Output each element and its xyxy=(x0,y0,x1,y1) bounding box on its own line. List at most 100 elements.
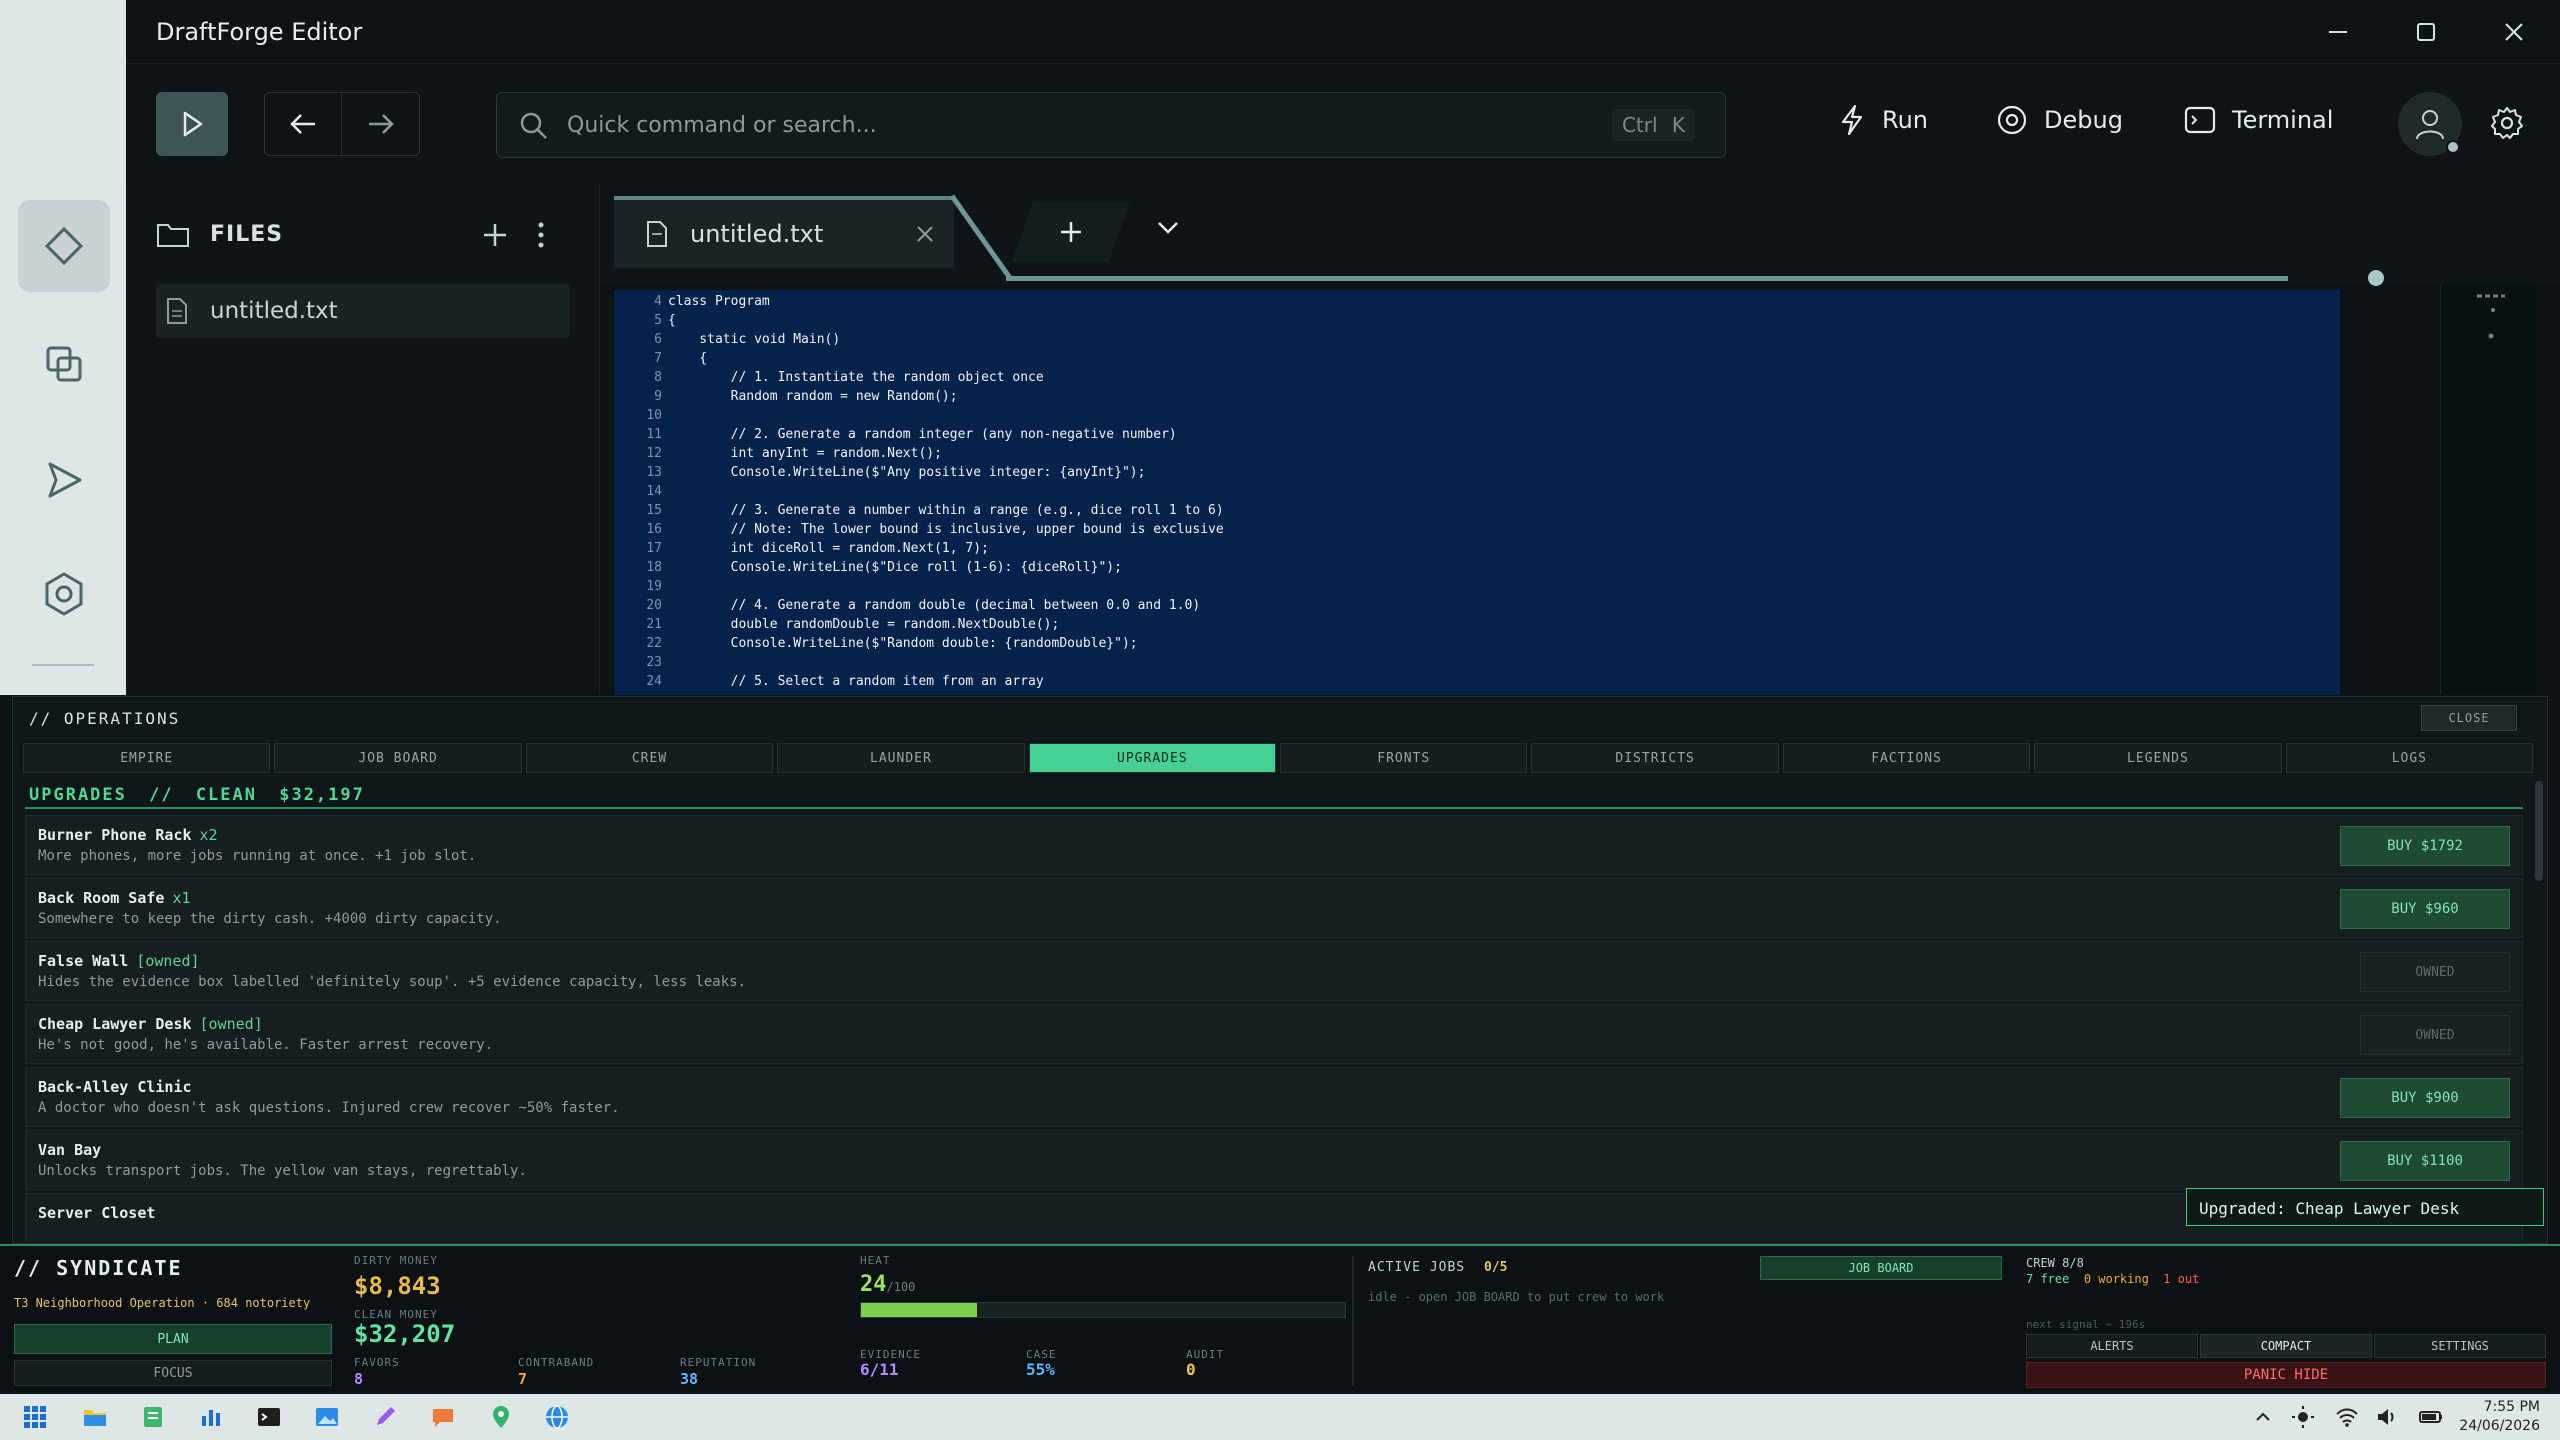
upgrade-name: Van Bay xyxy=(38,1141,102,1159)
alerts-button[interactable]: ALERTS xyxy=(2026,1334,2198,1358)
code-line: static void Main() xyxy=(668,332,841,347)
audit-value: 0 xyxy=(1186,1360,1196,1379)
copy-icon[interactable] xyxy=(18,318,110,410)
chevron-down-icon[interactable] xyxy=(1156,220,1180,240)
code-line: class Program xyxy=(668,294,770,309)
clock-date: 24/06/2026 xyxy=(2459,1418,2540,1434)
debug-button[interactable]: Debug xyxy=(1996,104,2123,136)
brightness-icon[interactable] xyxy=(2290,1404,2316,1430)
chevron-up-icon[interactable] xyxy=(2250,1404,2276,1430)
dirty-money-label: DIRTY MONEY xyxy=(354,1254,438,1267)
focus-button[interactable]: FOCUS xyxy=(14,1360,332,1386)
terminal-button[interactable]: Terminal xyxy=(2184,104,2333,136)
tab-logs[interactable]: LOGS xyxy=(2285,743,2534,773)
photos-icon[interactable] xyxy=(314,1404,340,1430)
tab-districts[interactable]: DISTRICTS xyxy=(1531,743,1779,773)
line-number: 13 xyxy=(646,465,662,480)
avatar[interactable] xyxy=(2398,92,2462,156)
tab-crew[interactable]: CREW xyxy=(525,743,774,773)
debug-icon xyxy=(1997,105,2027,135)
scrollbar[interactable] xyxy=(2535,781,2543,881)
pen-icon[interactable] xyxy=(372,1404,398,1430)
panic-hide-button[interactable]: PANIC HIDE xyxy=(2026,1362,2546,1388)
tab-launder[interactable]: LAUNDER xyxy=(777,743,1025,773)
terminal-icon xyxy=(2184,106,2216,134)
run-button[interactable]: Run xyxy=(1838,104,1928,136)
buy-button[interactable]: BUY $1792 xyxy=(2340,826,2510,866)
upgrade-name: Burner Phone Rack xyxy=(38,826,192,844)
tab-label: untitled.txt xyxy=(690,220,824,248)
owned-badge: OWNED xyxy=(2360,1015,2510,1055)
tab-untitled[interactable]: untitled.txt xyxy=(614,196,954,268)
heat-value: 24 xyxy=(860,1272,887,1297)
tab-legends[interactable]: LEGENDS xyxy=(2034,743,2282,773)
battery-icon[interactable] xyxy=(2418,1404,2444,1430)
chart-icon[interactable] xyxy=(198,1404,224,1430)
compact-button[interactable]: COMPACT xyxy=(2200,1334,2372,1358)
close-button[interactable]: CLOSE xyxy=(2421,705,2517,731)
more-icon[interactable] xyxy=(536,220,546,254)
toast-notification: Upgraded: Cheap Lawyer Desk xyxy=(2186,1188,2544,1226)
wifi-icon[interactable] xyxy=(2334,1404,2360,1430)
volume-icon[interactable] xyxy=(2374,1404,2400,1430)
maximize-icon[interactable] xyxy=(2406,12,2446,52)
line-number: 6 xyxy=(654,332,662,347)
start-icon[interactable] xyxy=(22,1404,48,1430)
folder-icon[interactable] xyxy=(82,1404,108,1430)
upgrades-header: UPGRADES // CLEAN $32,197 xyxy=(29,785,365,805)
code-line: double randomDouble = random.NextDouble(… xyxy=(668,617,1060,632)
code-line: Console.WriteLine($"Any positive integer… xyxy=(668,465,1146,480)
upgrade-name: Back-Alley Clinic xyxy=(38,1078,192,1096)
section-divider xyxy=(1352,1256,1354,1386)
close-icon[interactable] xyxy=(2494,12,2534,52)
reputation-value: 38 xyxy=(680,1370,699,1388)
tab-progress-knob[interactable] xyxy=(2368,270,2384,286)
map-pin-icon[interactable] xyxy=(488,1404,514,1430)
upgrade-name: Server Closet xyxy=(38,1204,156,1222)
file-item[interactable]: untitled.txt xyxy=(156,284,570,338)
upgrade-name-line: False Wall [owned] xyxy=(38,952,200,970)
chat-icon[interactable] xyxy=(430,1404,456,1430)
tab-close-icon[interactable] xyxy=(915,224,935,244)
code-line: // Note: The lower bound is inclusive, u… xyxy=(668,522,1224,537)
editor-tabs: untitled.txt xyxy=(600,184,2560,286)
settings-panel-icon[interactable] xyxy=(18,548,110,640)
code-line: Random random = new Random(); xyxy=(668,389,958,404)
run-label: Run xyxy=(1882,106,1929,134)
code-editor[interactable]: 4 class Program 5 {6 static void Main() 7 {8… xyxy=(614,290,2340,695)
tab-upgrades[interactable]: UPGRADES xyxy=(1028,743,1277,773)
tab-factions[interactable]: FACTIONS xyxy=(1782,743,2031,773)
play-button[interactable] xyxy=(156,92,228,156)
buy-button[interactable]: BUY $960 xyxy=(2340,889,2510,929)
upgrade-name-line: Burner Phone Rack x2 xyxy=(38,826,218,844)
tab-job-board[interactable]: JOB BOARD xyxy=(274,743,522,773)
code-line: int diceRoll = random.Next(1, 7); xyxy=(668,541,989,556)
forward-button[interactable] xyxy=(342,93,419,155)
tab-empire[interactable]: EMPIRE xyxy=(23,743,271,773)
lightning-icon xyxy=(1841,104,1863,136)
explorer-icon[interactable] xyxy=(18,200,110,292)
minimize-icon[interactable] xyxy=(2318,12,2358,52)
job-board-button[interactable]: JOB BOARD xyxy=(1760,1256,2002,1280)
active-jobs-value: 0/5 xyxy=(1484,1260,1508,1275)
search-icon xyxy=(520,112,547,139)
tab-fronts[interactable]: FRONTS xyxy=(1280,743,1528,773)
user-icon xyxy=(2416,110,2444,140)
clock[interactable]: 7:55 PM 24/06/2026 xyxy=(2459,1398,2540,1436)
minimap[interactable] xyxy=(2440,284,2536,694)
terminal-app-icon[interactable] xyxy=(256,1404,282,1430)
globe-icon[interactable] xyxy=(544,1404,570,1430)
upgrade-tag: [owned] xyxy=(136,952,200,970)
active-jobs-label: ACTIVE JOBS xyxy=(1368,1260,1466,1275)
plan-button[interactable]: PLAN xyxy=(14,1324,332,1354)
notes-icon[interactable] xyxy=(140,1404,166,1430)
command-search[interactable]: Quick command or search... Ctrl K xyxy=(496,92,1726,158)
settings-button[interactable]: SETTINGS xyxy=(2374,1334,2546,1358)
back-button[interactable] xyxy=(265,93,342,155)
buy-button[interactable]: BUY $900 xyxy=(2340,1078,2510,1118)
add-file-icon[interactable] xyxy=(482,222,508,252)
gear-icon[interactable] xyxy=(2490,106,2524,144)
run-panel-icon[interactable] xyxy=(18,434,110,526)
buy-button[interactable]: BUY $1100 xyxy=(2340,1141,2510,1181)
favors-label: FAVORS xyxy=(354,1356,400,1369)
